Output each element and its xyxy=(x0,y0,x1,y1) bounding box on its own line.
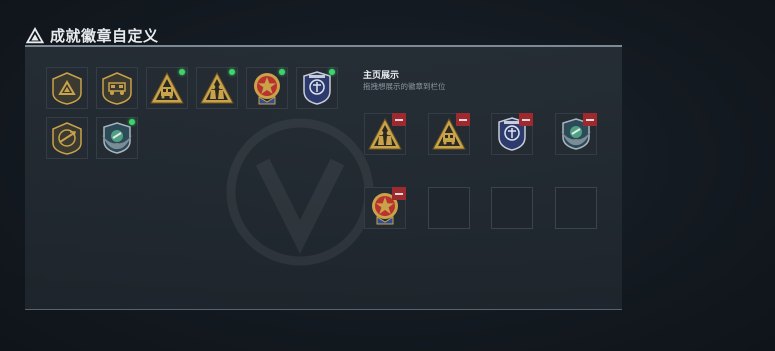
vehicle-triangle-badge-icon xyxy=(150,71,184,104)
showcase-subtitle: 拖拽想展示的徽章到栏位 xyxy=(363,82,446,91)
page-title: 成就徽章自定义 xyxy=(26,25,159,46)
triangle-shield-badge-icon xyxy=(52,72,82,105)
background-emblem-icon xyxy=(226,118,374,266)
showcase-slot-empty[interactable] xyxy=(555,187,597,229)
vehicle-shield-badge-icon xyxy=(102,72,132,105)
new-indicator-dot xyxy=(329,69,335,75)
showcase-slot-filled[interactable] xyxy=(364,113,406,155)
new-indicator-dot xyxy=(179,69,185,75)
showcase-title: 主页展示 xyxy=(363,71,400,81)
owned-badge-slot[interactable] xyxy=(296,67,338,109)
page-title-text: 成就徽章自定义 xyxy=(50,27,159,45)
showcase-slot-filled[interactable] xyxy=(364,187,406,229)
showcase-slot-empty[interactable] xyxy=(428,187,470,229)
soldiers-triangle-badge-icon xyxy=(200,71,234,104)
remove-badge-button[interactable] xyxy=(583,113,597,126)
police-badge-icon xyxy=(303,71,331,105)
showcase-slot-filled[interactable] xyxy=(428,113,470,155)
wings-shield-badge-icon xyxy=(102,122,132,154)
owned-badge-slot[interactable] xyxy=(246,67,288,109)
remove-badge-button[interactable] xyxy=(392,187,406,200)
showcase-slot-empty[interactable] xyxy=(491,187,533,229)
remove-badge-button[interactable] xyxy=(519,113,533,126)
owned-badge-slot[interactable] xyxy=(96,117,138,159)
warning-triangle-icon xyxy=(26,26,44,43)
bird-shield-badge-icon xyxy=(52,122,82,155)
owned-badge-slot[interactable] xyxy=(146,67,188,109)
red-star-medal-icon xyxy=(254,73,280,105)
remove-badge-button[interactable] xyxy=(456,113,470,126)
new-indicator-dot xyxy=(129,119,135,125)
owned-badge-slot[interactable] xyxy=(96,67,138,109)
owned-badge-slot[interactable] xyxy=(46,67,88,109)
owned-badge-slot[interactable] xyxy=(196,67,238,109)
owned-badge-slot[interactable] xyxy=(46,117,88,159)
new-indicator-dot xyxy=(229,69,235,75)
showcase-slot-filled[interactable] xyxy=(491,113,533,155)
remove-badge-button[interactable] xyxy=(392,113,406,126)
new-indicator-dot xyxy=(279,69,285,75)
showcase-slot-filled[interactable] xyxy=(555,113,597,155)
